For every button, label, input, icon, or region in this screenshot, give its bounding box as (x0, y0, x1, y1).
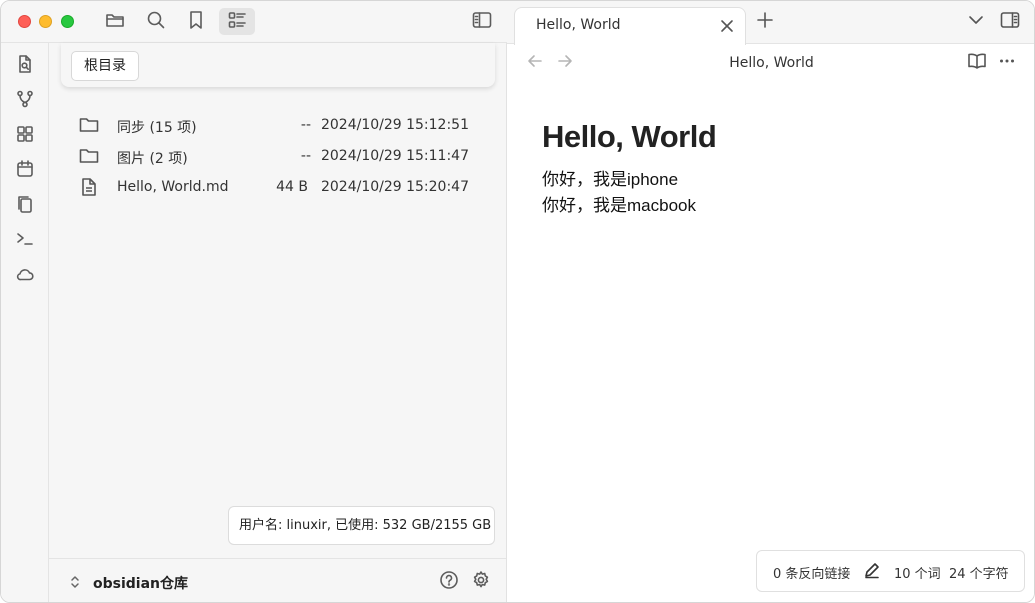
file-date: 2024/10/29 15:12:51 (320, 117, 469, 133)
tab-title: Hello, World (536, 17, 621, 33)
tab-bar: Hello, World (507, 1, 1034, 45)
file-name: 图片 (2 项) (117, 151, 188, 167)
sidebar-right-icon (1000, 11, 1020, 33)
cloud-icon (15, 264, 35, 288)
bookmark-icon (187, 10, 205, 34)
close-window-button[interactable] (18, 15, 31, 28)
file-size: -- (300, 148, 311, 164)
zoom-window-button[interactable] (61, 15, 74, 28)
root-toolbar: 根目录 (61, 43, 495, 87)
app-window: 根目录 同步 (15 项) -- 2024/10/29 15:12:51 图片 … (0, 0, 1035, 603)
chevron-up-down-icon[interactable] (69, 574, 81, 590)
left-sidebar: 根目录 同步 (15 项) -- 2024/10/29 15:12:51 图片 … (1, 1, 507, 602)
file-name: Hello, World.md (117, 179, 229, 195)
ribbon-quick-switch-button[interactable] (12, 53, 38, 79)
edit-mode-button[interactable] (863, 561, 881, 583)
note-line: 你好，我是macbook (542, 196, 696, 215)
ribbon-graph-button[interactable] (12, 88, 38, 114)
graph-icon (15, 89, 35, 113)
file-explorer-tab-button[interactable] (97, 8, 133, 35)
terminal-icon (15, 229, 35, 253)
folder-icon (79, 146, 99, 166)
list-view-tab-button[interactable] (219, 8, 255, 35)
file-name: 同步 (15 项) (117, 120, 197, 136)
toggle-right-sidebar-button[interactable] (997, 9, 1023, 35)
vault-bar: obsidian仓库 (49, 558, 506, 602)
grid-icon (15, 124, 35, 148)
help-button[interactable] (437, 570, 461, 594)
status-bar: 0 条反向链接 10 个词 24 个字符 (756, 550, 1025, 592)
plus-icon (756, 11, 774, 33)
help-icon (439, 570, 459, 594)
calendar-icon (15, 159, 35, 183)
sidebar-left-icon (472, 11, 492, 33)
folder-icon (105, 11, 125, 33)
note-heading: Hello, World (542, 119, 717, 154)
search-icon (146, 10, 166, 34)
search-tab-button[interactable] (138, 8, 174, 35)
note-content[interactable]: Hello, World 你好，我是iphone 你好，我是macbook (542, 119, 1012, 219)
left-title-bar (1, 1, 507, 43)
file-date: 2024/10/29 15:11:47 (320, 148, 469, 164)
file-list-panel: 根目录 同步 (15 项) -- 2024/10/29 15:12:51 图片 … (49, 43, 506, 558)
ribbon (1, 43, 49, 602)
document-icon (79, 177, 99, 197)
gear-icon (471, 570, 491, 594)
more-options-button[interactable] (994, 50, 1020, 76)
view-header: Hello, World (507, 45, 1034, 81)
list-view-icon (227, 10, 247, 34)
copy-icon (15, 194, 35, 218)
file-date: 2024/10/29 15:20:47 (320, 179, 469, 195)
tab-hello-world[interactable]: Hello, World (514, 7, 746, 45)
book-open-icon (967, 52, 987, 74)
backlinks-count[interactable]: 0 条反向链接 (773, 563, 850, 582)
char-count: 24 个字符 (949, 567, 1009, 582)
storage-usage-box: 用户名: linuxir, 已使用: 532 GB/2155 GB (228, 506, 495, 545)
settings-button[interactable] (469, 570, 493, 594)
root-directory-button[interactable]: 根目录 (71, 51, 139, 81)
word-count: 10 个词 (894, 567, 941, 582)
ribbon-canvas-button[interactable] (12, 123, 38, 149)
editor-pane: Hello, World Hello, World Hello, World 你… (507, 1, 1034, 602)
file-size: 44 B (276, 179, 308, 195)
minimize-window-button[interactable] (39, 15, 52, 28)
note-line: 你好，我是iphone (542, 170, 679, 189)
list-item[interactable]: 图片 (2 项) -- 2024/10/29 15:11:47 (49, 142, 506, 172)
reading-view-button[interactable] (964, 50, 990, 76)
tab-list-button[interactable] (963, 9, 989, 35)
list-item[interactable]: 同步 (15 项) -- 2024/10/29 15:12:51 (49, 111, 506, 141)
close-tab-button[interactable] (717, 16, 737, 36)
list-item[interactable]: Hello, World.md 44 B 2024/10/29 15:20:47 (49, 173, 506, 203)
chevron-down-icon (967, 11, 985, 33)
file-size: -- (300, 117, 311, 133)
bookmarks-tab-button[interactable] (178, 8, 214, 35)
pencil-icon (865, 563, 879, 579)
vault-switcher[interactable]: obsidian仓库 (93, 573, 188, 593)
toggle-left-sidebar-button[interactable] (464, 8, 500, 35)
ribbon-sync-button[interactable] (12, 263, 38, 289)
file-search-icon (15, 54, 35, 78)
view-title[interactable]: Hello, World (507, 55, 1034, 71)
more-horizontal-icon (998, 52, 1016, 74)
ribbon-command-palette-button[interactable] (12, 228, 38, 254)
ribbon-daily-note-button[interactable] (12, 158, 38, 184)
folder-icon (79, 115, 99, 135)
new-tab-button[interactable] (752, 9, 778, 35)
ribbon-templates-button[interactable] (12, 193, 38, 219)
